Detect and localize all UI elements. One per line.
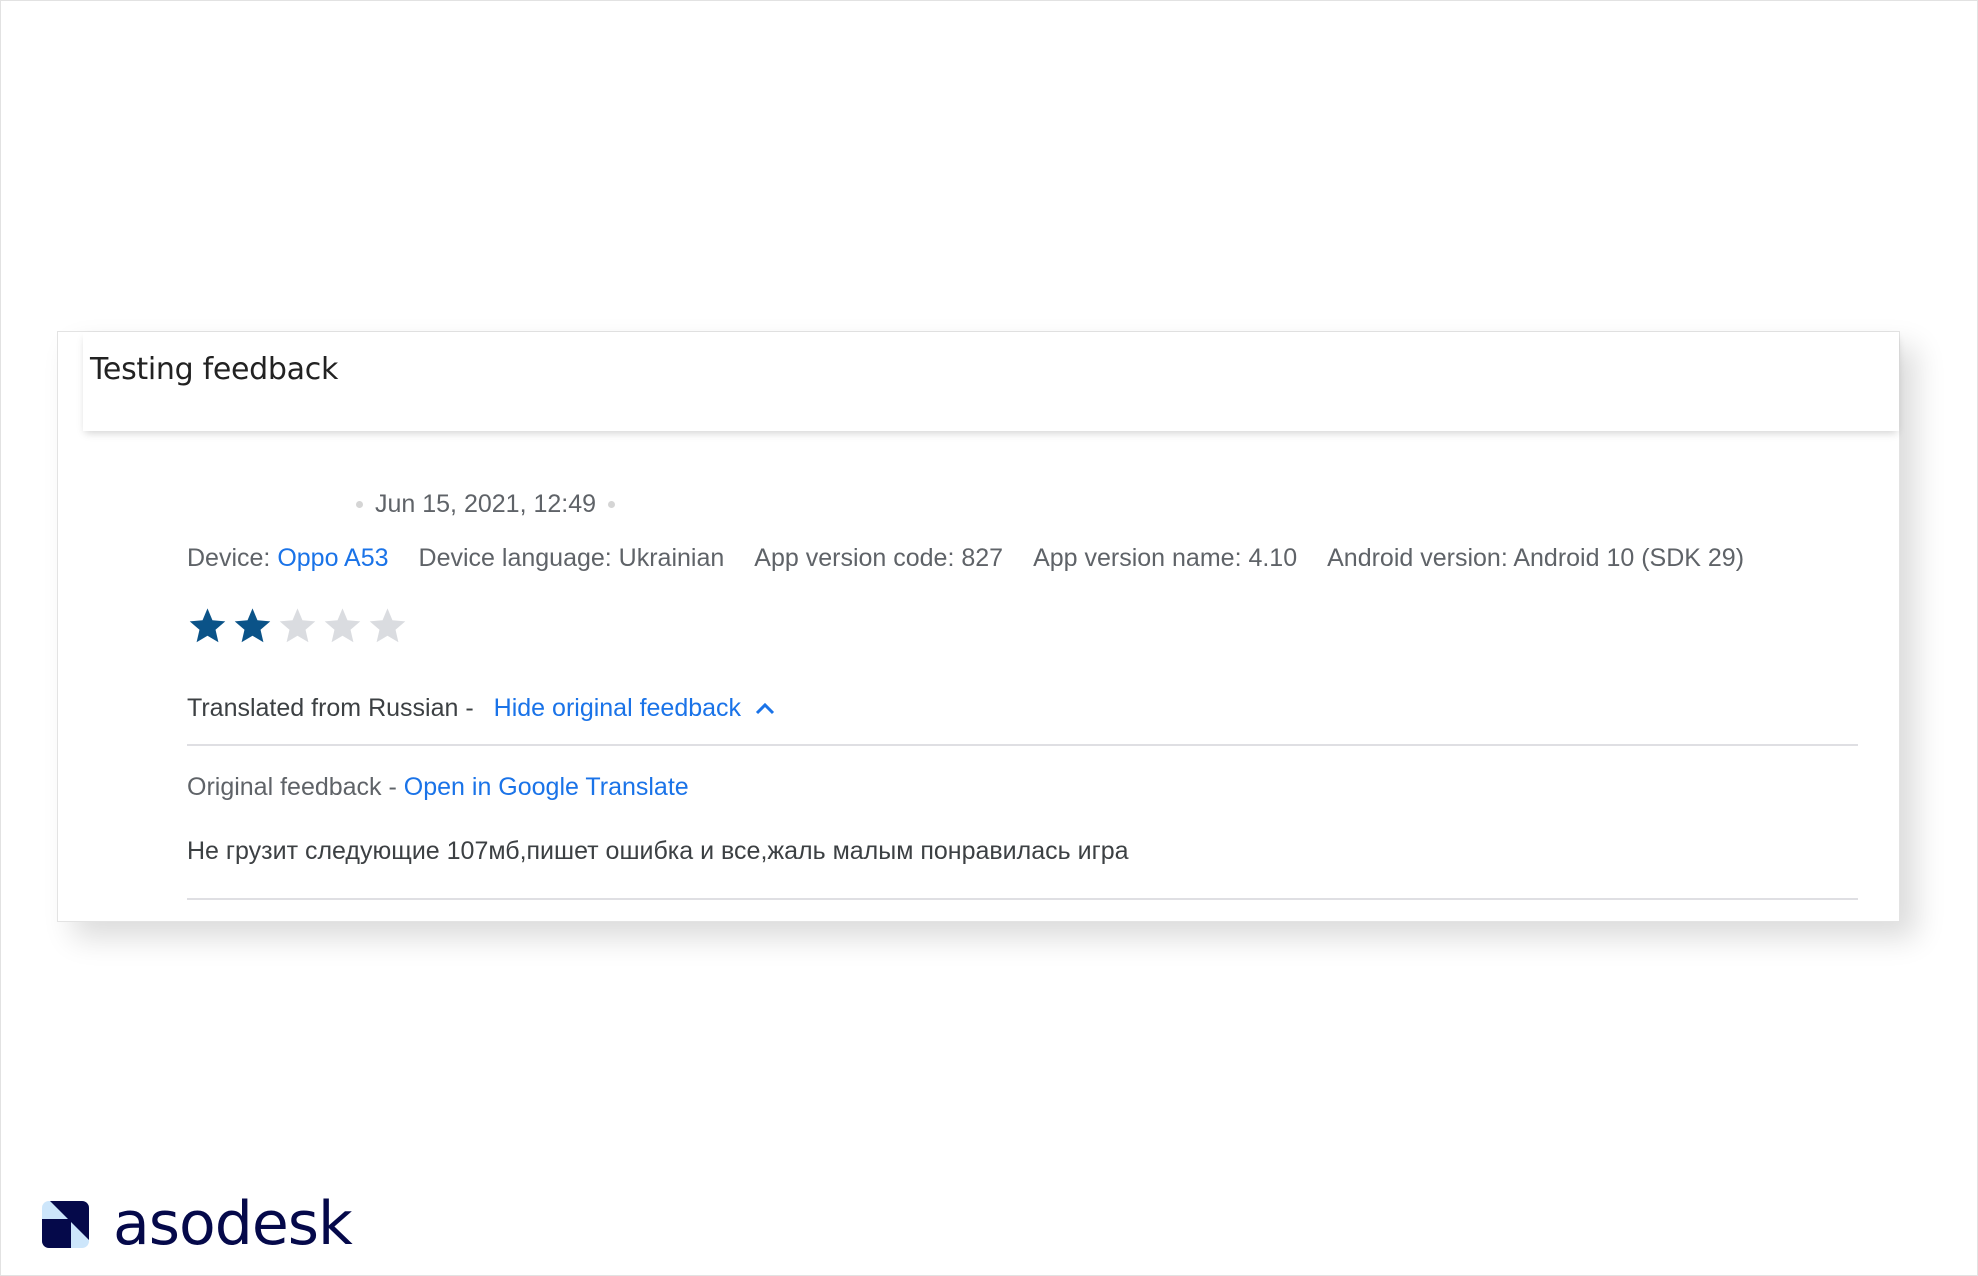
translation-row: Translated from Russian - Hide original …: [187, 694, 776, 723]
star-filled-icon: [234, 608, 271, 643]
brand: asodesk: [42, 1189, 353, 1259]
brand-name: asodesk: [113, 1189, 353, 1259]
feedback-timestamp: Jun 15, 2021, 12:49: [375, 490, 597, 518]
translated-from-label: Translated from Russian -: [187, 694, 474, 722]
device-info: Device: Oppo A53 Device language: Ukrain…: [187, 544, 1774, 573]
device-link[interactable]: Oppo A53: [277, 544, 388, 572]
android-version: Android version: Android 10 (SDK 29): [1327, 544, 1745, 572]
hide-original-feedback-label: Hide original feedback: [493, 694, 742, 722]
star-rating: [187, 605, 408, 646]
original-feedback-label: Original feedback -: [187, 773, 404, 801]
asodesk-logo-icon: [42, 1200, 89, 1248]
chevron-up-icon: [755, 702, 775, 715]
hide-original-feedback-link[interactable]: Hide original feedback: [494, 694, 776, 723]
star-empty-icon: [279, 608, 316, 643]
device-item: Device: Oppo A53: [187, 544, 389, 573]
app-version-code: App version code: 827: [754, 544, 1004, 572]
original-feedback-text: Не грузит следующие 107мб,пишет ошибка и…: [187, 837, 1129, 865]
device-language: Device language: Ukrainian: [418, 544, 725, 572]
star-empty-icon: [324, 608, 361, 643]
app-version-name: App version name: 4.10: [1033, 544, 1298, 572]
open-in-google-translate-link[interactable]: Open in Google Translate: [404, 773, 689, 801]
divider: [187, 898, 1858, 900]
star-filled-icon: [189, 608, 226, 643]
star-empty-icon: [369, 608, 406, 643]
device-label: Device:: [187, 544, 278, 572]
card-title: Testing feedback: [90, 352, 339, 387]
card-header: Testing feedback: [83, 332, 1899, 431]
reviewer-meta: Jun 15, 2021, 12:49: [356, 490, 616, 519]
original-feedback-row: Original feedback - Open in Google Trans…: [187, 773, 689, 802]
separator-dot: [356, 501, 363, 508]
separator-dot: [608, 501, 616, 508]
divider: [187, 744, 1858, 746]
